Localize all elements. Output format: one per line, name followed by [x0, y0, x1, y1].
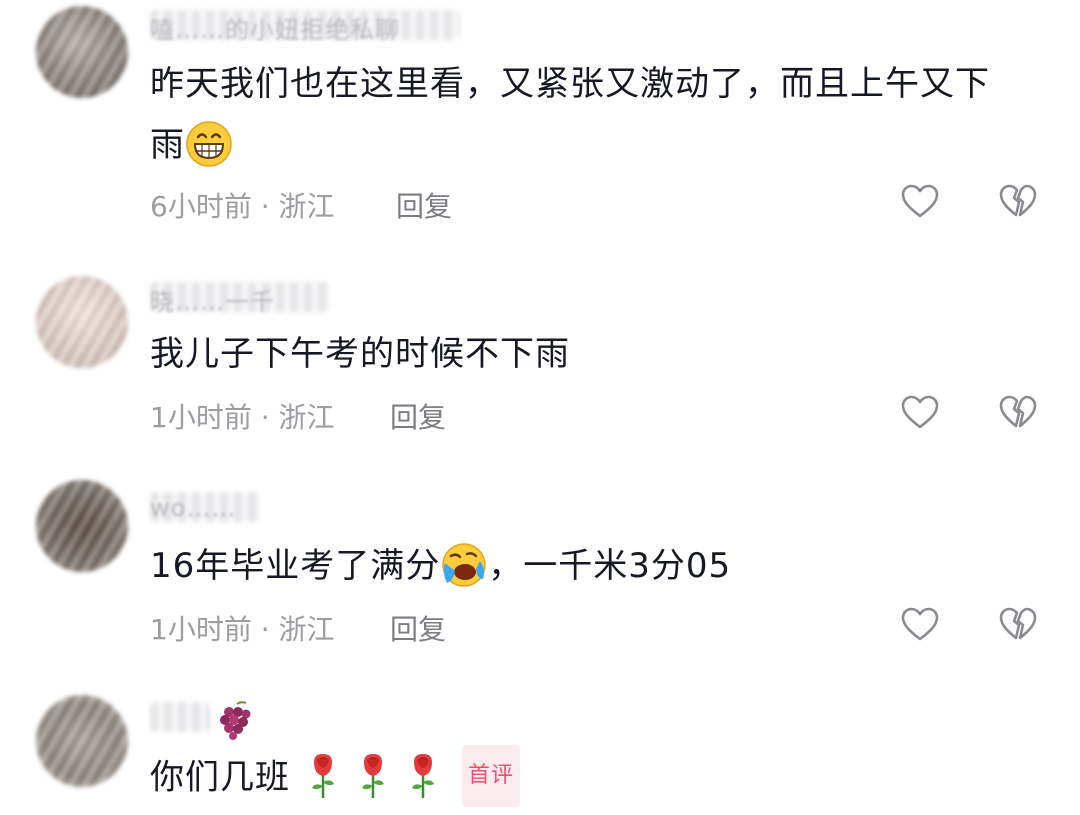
- first-comment-badge: 首评: [462, 745, 521, 807]
- avatar[interactable]: [36, 276, 128, 368]
- broken-heart-outline-icon[interactable]: [998, 605, 1038, 645]
- timestamp: 1小时前: [150, 613, 252, 646]
- grinning-face-icon: [186, 120, 232, 167]
- loudly-crying-face-icon: [442, 542, 487, 587]
- rose-icon: [362, 754, 384, 798]
- timestamp: 6小时前: [150, 190, 252, 223]
- username-blur: [150, 702, 210, 732]
- heart-outline-icon[interactable]: [900, 393, 940, 433]
- comment-text-line2: 雨: [150, 116, 233, 174]
- comment-meta: 1小时前 · 浙江: [150, 396, 335, 436]
- username[interactable]: 嗑……的小妞拒绝私聊: [150, 10, 400, 45]
- location: 浙江: [278, 190, 335, 223]
- comment-text-content: 雨: [150, 125, 185, 165]
- location: 浙江: [278, 401, 335, 434]
- avatar[interactable]: [36, 6, 128, 98]
- reply-button[interactable]: 回复: [390, 396, 446, 436]
- comment-text: 16年毕业考了满分 ，一千米3分05: [150, 537, 731, 595]
- comment-text: 我儿子下午考的时候不下雨: [150, 334, 570, 374]
- comment-text-content: 你们几班: [150, 757, 290, 798]
- comment-meta: 6小时前 · 浙江: [150, 185, 335, 225]
- comment-text: 你们几班 首评: [150, 745, 521, 810]
- broken-heart-outline-icon[interactable]: [998, 182, 1038, 222]
- username[interactable]: wo……: [150, 494, 236, 522]
- reply-button[interactable]: 回复: [390, 608, 446, 648]
- reply-button[interactable]: 回复: [396, 185, 452, 225]
- meta-separator: ·: [260, 190, 270, 223]
- comment-text-line1: 昨天我们也在这里看，又紧张又激动了，而且上午又下: [150, 64, 990, 104]
- comment-meta: 1小时前 · 浙江: [150, 608, 335, 648]
- avatar[interactable]: [36, 695, 128, 787]
- meta-separator: ·: [260, 401, 270, 434]
- heart-outline-icon[interactable]: [900, 182, 940, 222]
- grapes-icon: [220, 701, 251, 740]
- broken-heart-outline-icon[interactable]: [998, 393, 1038, 433]
- rose-icon: [412, 754, 434, 798]
- rose-icon: [312, 754, 334, 798]
- timestamp: 1小时前: [150, 401, 252, 434]
- heart-outline-icon[interactable]: [900, 605, 940, 645]
- comment-text-after: ，一千米3分05: [488, 546, 732, 586]
- username[interactable]: 晓……一千: [150, 282, 275, 317]
- location: 浙江: [278, 613, 335, 646]
- meta-separator: ·: [260, 613, 270, 646]
- comment-text-before: 16年毕业考了满分: [150, 546, 441, 586]
- comment-text: 昨天我们也在这里看，又紧张又激动了，而且上午又下: [150, 55, 990, 113]
- avatar[interactable]: [36, 480, 128, 572]
